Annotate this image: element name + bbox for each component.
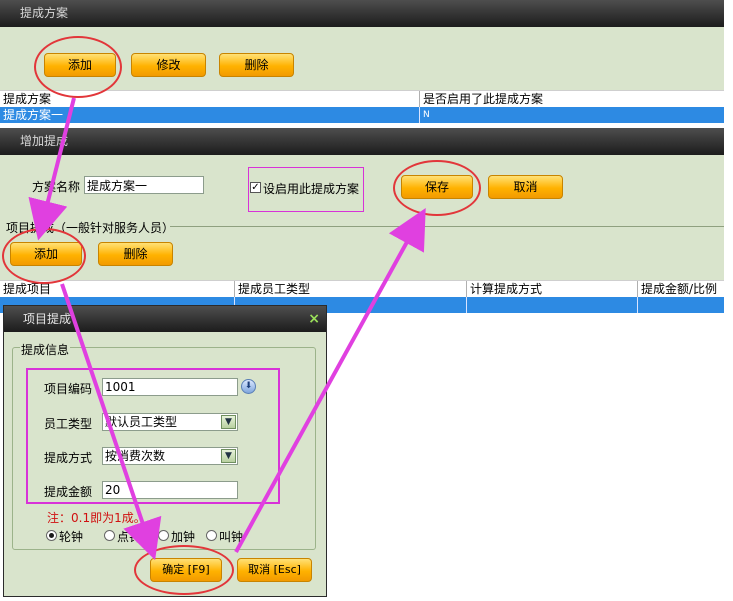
arrow-to-save [234, 207, 426, 553]
arrow-to-add-item [28, 97, 76, 241]
arrow-to-ok [60, 283, 162, 561]
annotation-arrows [28, 97, 426, 561]
